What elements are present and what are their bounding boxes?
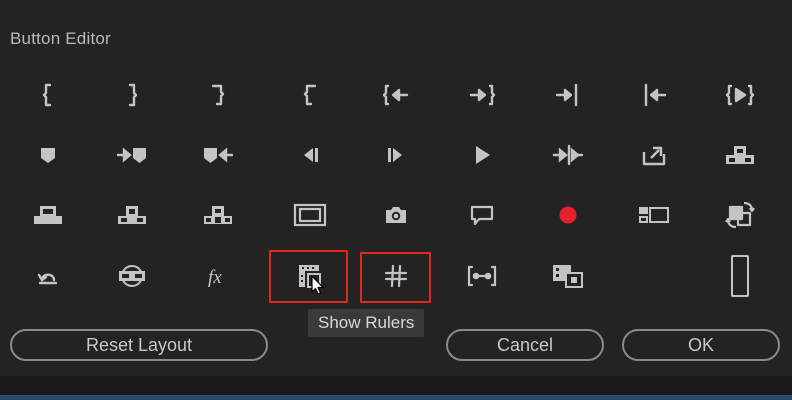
show-rulers-icon[interactable] <box>278 251 342 301</box>
lift-icon[interactable] <box>708 130 772 180</box>
go-to-next-marker-icon[interactable] <box>100 130 164 180</box>
insert-icon[interactable] <box>16 190 80 240</box>
play-in-to-out-icon[interactable] <box>708 70 772 120</box>
overwrite-icon[interactable] <box>100 190 164 240</box>
shuttle-icon[interactable] <box>536 130 600 180</box>
loop-icon[interactable] <box>16 251 80 301</box>
add-marker-icon[interactable] <box>16 130 80 180</box>
icon-grid: fx <box>0 0 792 320</box>
comment-icon[interactable] <box>450 190 514 240</box>
mark-out-icon[interactable] <box>100 70 164 120</box>
go-to-previous-marker-icon[interactable] <box>186 130 250 180</box>
button-editor-dialog: Button Editor fx Show Rulers Reset Layou… <box>0 0 792 376</box>
camera-icon[interactable] <box>364 190 428 240</box>
reset-layout-button[interactable]: Reset Layout <box>10 329 268 361</box>
ok-button[interactable]: OK <box>622 329 780 361</box>
cancel-button[interactable]: Cancel <box>446 329 604 361</box>
record-icon[interactable] <box>536 190 600 240</box>
tooltip: Show Rulers <box>308 309 425 337</box>
vr-video-icon[interactable] <box>100 251 164 301</box>
bottom-accent-line <box>0 395 792 400</box>
safe-margins-icon[interactable] <box>278 190 342 240</box>
trim-icon[interactable] <box>450 251 514 301</box>
mark-clip-in-icon[interactable] <box>278 70 342 120</box>
mark-clip-out-icon[interactable] <box>186 70 250 120</box>
export-frame-icon[interactable] <box>622 130 686 180</box>
extract-icon[interactable] <box>186 190 250 240</box>
fx-icon[interactable]: fx <box>186 251 250 301</box>
go-to-in-out-icon[interactable] <box>364 70 428 120</box>
comparison-view-icon[interactable] <box>536 251 600 301</box>
go-to-in-icon[interactable] <box>622 70 686 120</box>
svg-text:fx: fx <box>208 267 222 288</box>
play-icon[interactable] <box>450 130 514 180</box>
show-guides-icon[interactable] <box>364 251 428 301</box>
go-to-out-point-icon[interactable] <box>450 70 514 120</box>
step-back-icon[interactable] <box>278 130 342 180</box>
multi-camera-icon[interactable] <box>622 190 686 240</box>
go-to-out-icon[interactable] <box>536 70 600 120</box>
mark-in-icon[interactable] <box>16 70 80 120</box>
spacer-icon[interactable] <box>708 251 772 301</box>
proxy-toggle-icon[interactable] <box>708 190 772 240</box>
step-forward-icon[interactable] <box>364 130 428 180</box>
